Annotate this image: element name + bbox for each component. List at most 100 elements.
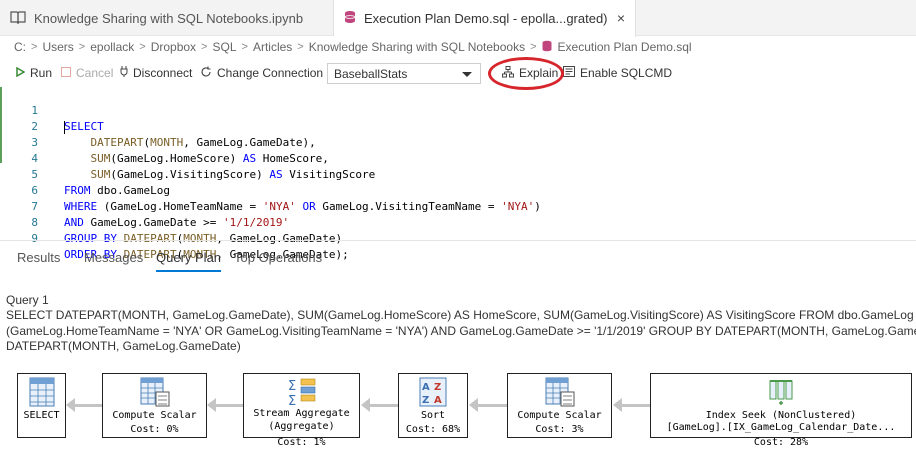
- database-select[interactable]: BaseballStats: [327, 63, 481, 84]
- plan-connector: [478, 404, 507, 407]
- database-file-icon: [542, 40, 552, 55]
- code-text: GROUP BY DATEPART(MONTH, GameLog.GameDat…: [64, 232, 343, 245]
- plan-node-cost: Cost: 28%: [753, 437, 809, 448]
- svg-text:A: A: [434, 395, 442, 406]
- breadcrumb-item[interactable]: Users: [42, 40, 73, 54]
- arrow-left-icon: [66, 398, 75, 412]
- refresh-icon: [200, 66, 212, 81]
- sort-icon: AZZA: [419, 377, 447, 410]
- plan-node-compute-scalar[interactable]: Compute Scalar Cost: 3%: [507, 373, 612, 438]
- sqlcmd-icon: [563, 66, 575, 80]
- line-number: 9: [31, 232, 38, 245]
- plan-node-sort[interactable]: AZZA Sort Cost: 68%: [398, 373, 468, 438]
- chevron-right-icon: >: [139, 41, 146, 53]
- tab-messages[interactable]: Messages: [84, 250, 143, 272]
- tab-notebook-label: Knowledge Sharing with SQL Notebooks.ipy…: [34, 10, 304, 26]
- compute-scalar-icon: [545, 377, 575, 410]
- breadcrumb: C: > Users > epollack > Dropbox > SQL > …: [14, 38, 692, 56]
- plan-node-label: Index Seek (NonClustered): [705, 410, 857, 421]
- tab-notebook[interactable]: Knowledge Sharing with SQL Notebooks.ipy…: [0, 0, 334, 36]
- chevron-right-icon: >: [31, 41, 38, 53]
- plan-node-compute-scalar[interactable]: Compute Scalar Cost: 0%: [102, 373, 207, 438]
- plan-node-cost: Cost: 68%: [405, 424, 461, 435]
- svg-text:Z: Z: [434, 382, 441, 393]
- chevron-right-icon: >: [78, 41, 86, 53]
- plan-node-cost: Cost: 0%: [130, 424, 179, 435]
- plug-icon: [120, 65, 128, 81]
- plan-node-sublabel: (Aggregate): [268, 421, 335, 432]
- plan-node-cost: Cost: 1%: [277, 437, 326, 448]
- breadcrumb-item[interactable]: SQL: [212, 40, 236, 54]
- svg-text:A: A: [422, 382, 430, 393]
- chevron-down-icon: [462, 72, 472, 77]
- run-label: Run: [30, 66, 53, 80]
- plan-node-label: Compute Scalar: [112, 410, 197, 421]
- tab-results[interactable]: Results: [17, 250, 60, 272]
- tab-execution-plan-demo[interactable]: Execution Plan Demo.sql - epolla...grate…: [334, 0, 636, 37]
- editor-tab-bar: Knowledge Sharing with SQL Notebooks.ipy…: [0, 0, 916, 37]
- panel-divider[interactable]: [0, 240, 916, 241]
- plan-connector: [622, 404, 650, 407]
- cancel-button[interactable]: Cancel: [61, 64, 113, 82]
- plan-connector: [370, 404, 398, 407]
- chevron-right-icon: >: [241, 41, 248, 53]
- query-text: SELECT DATEPART(MONTH, GameLog.GameDate)…: [6, 308, 916, 355]
- plan-node-select[interactable]: SELECT: [17, 373, 66, 438]
- sql-editor[interactable]: 1 SELECT 2 DATEPART(MONTH, GameLog.GameD…: [0, 87, 916, 261]
- database-select-value: BaseballStats: [334, 66, 408, 81]
- plan-tree-icon: [502, 65, 514, 81]
- tab-query-plan[interactable]: Query Plan: [156, 250, 222, 272]
- query-text-line: DATEPART(MONTH, GameLog.GameDate): [6, 339, 241, 353]
- plan-node-index-seek[interactable]: Index Seek (NonClustered) [GameLog].[IX_…: [650, 373, 912, 438]
- change-connection-button[interactable]: Change Connection: [200, 64, 323, 82]
- plan-node-cost: Cost: 3%: [535, 424, 584, 435]
- disconnect-button[interactable]: Disconnect: [120, 64, 192, 82]
- stop-icon: [61, 66, 71, 80]
- chevron-right-icon: >: [297, 41, 304, 53]
- chevron-right-icon: >: [201, 41, 208, 53]
- explain-button[interactable]: Explain: [502, 64, 558, 82]
- index-seek-icon: [767, 377, 795, 410]
- play-icon: [16, 66, 26, 80]
- plan-node-stream-aggregate[interactable]: ΣΣ Stream Aggregate (Aggregate): [243, 373, 360, 438]
- result-table-icon: [29, 377, 55, 410]
- breadcrumb-item[interactable]: Articles: [253, 40, 292, 54]
- breadcrumb-item[interactable]: Knowledge Sharing with SQL Notebooks: [309, 40, 525, 54]
- arrow-left-icon: [361, 398, 370, 412]
- arrow-left-icon: [469, 398, 478, 412]
- database-file-icon: [344, 10, 356, 27]
- svg-text:Σ: Σ: [288, 379, 296, 394]
- code-line: 5 FROM dbo.GameLog: [0, 151, 916, 197]
- breadcrumb-item[interactable]: Dropbox: [151, 40, 196, 54]
- book-icon: [10, 10, 26, 27]
- query-text-line: SELECT DATEPART(MONTH, GameLog.GameDate)…: [6, 308, 916, 322]
- code-line: 6 WHERE (GameLog.HomeTeamName = 'NYA' OR…: [0, 167, 916, 213]
- enable-sqlcmd-label: Enable SQLCMD: [580, 66, 673, 80]
- chevron-right-icon: >: [530, 41, 537, 53]
- query-toolbar: Run Cancel Disconnect Change Connection …: [0, 60, 916, 86]
- breadcrumb-item[interactable]: C:: [14, 40, 26, 54]
- tab-top-operations[interactable]: Top Operations: [234, 250, 322, 272]
- svg-text:Σ: Σ: [288, 394, 296, 407]
- enable-sqlcmd-button[interactable]: Enable SQLCMD: [563, 64, 672, 82]
- breadcrumb-item[interactable]: Execution Plan Demo.sql: [558, 40, 692, 54]
- compute-scalar-icon: [140, 377, 170, 410]
- breadcrumb-item[interactable]: epollack: [90, 40, 134, 54]
- plan-node-label: Compute Scalar: [517, 410, 602, 421]
- plan-connector: [75, 404, 102, 407]
- close-icon[interactable]: ×: [617, 10, 625, 26]
- plan-node-label: Stream Aggregate: [253, 408, 350, 419]
- run-button[interactable]: Run: [16, 64, 52, 82]
- explain-label: Explain: [519, 66, 559, 80]
- code-line: 1 SELECT: [0, 87, 916, 134]
- plan-connector: [216, 404, 243, 407]
- code-line: 8 GROUP BY DATEPART(MONTH, GameLog.GameD…: [0, 199, 916, 245]
- stream-aggregate-icon: ΣΣ: [286, 377, 318, 410]
- plan-node-label: Sort: [420, 410, 446, 421]
- code-line: 2 DATEPART(MONTH, GameLog.GameDate),: [0, 103, 916, 149]
- cancel-label: Cancel: [76, 66, 114, 80]
- change-connection-label: Change Connection: [217, 66, 324, 80]
- code-line: 3 SUM(GameLog.HomeScore) AS HomeScore,: [0, 119, 916, 165]
- arrow-left-icon: [207, 398, 216, 412]
- query-title: Query 1: [6, 293, 49, 307]
